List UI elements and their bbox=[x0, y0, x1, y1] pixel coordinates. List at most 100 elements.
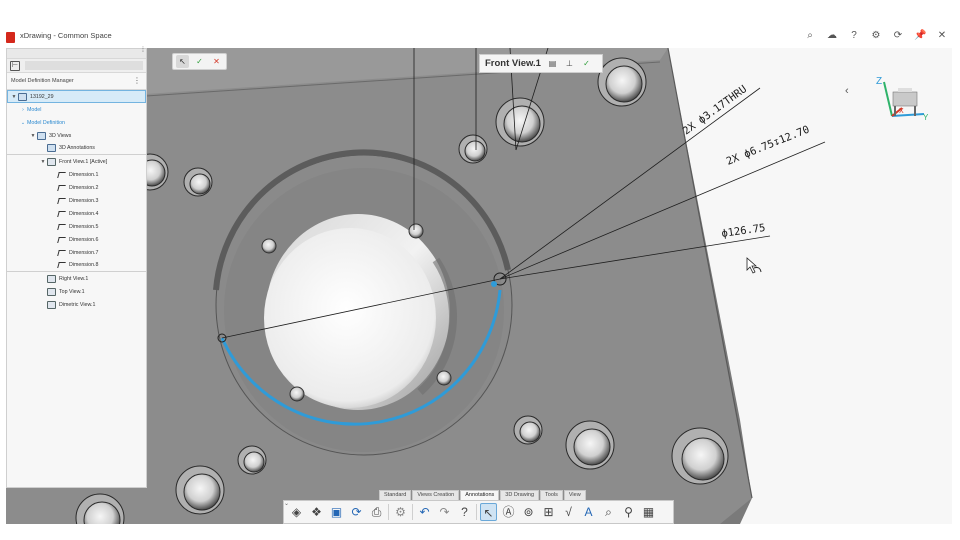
settings-icon[interactable]: ⚙ bbox=[870, 29, 882, 43]
triad-z-label: Z bbox=[876, 76, 882, 87]
view-icon bbox=[47, 274, 56, 283]
refresh-icon[interactable]: ⟳ bbox=[348, 503, 365, 521]
tree-item[interactable]: Right View.1 bbox=[7, 272, 146, 285]
pin-icon[interactable]: 📌 bbox=[914, 29, 926, 43]
roughness-icon[interactable]: √ bbox=[560, 503, 577, 521]
expand-toggle-icon[interactable]: ⌄ bbox=[19, 120, 27, 126]
active-view-bar: Front View.1 ▤ ⊥ ✓ bbox=[479, 54, 603, 73]
expand-toggle-icon[interactable]: ▼ bbox=[39, 159, 47, 165]
toolbar-collapse-icon[interactable]: ⌄ bbox=[284, 500, 289, 507]
command-tab[interactable]: Views Creation bbox=[412, 490, 460, 500]
tree-item[interactable]: ▼ 3D Views bbox=[7, 129, 146, 142]
tree-item-label: Right View.1 bbox=[59, 275, 89, 282]
tree-item-label: 13192_29 bbox=[30, 93, 54, 100]
command-tab[interactable]: View bbox=[563, 490, 586, 500]
tree-item-label: Dimension.1 bbox=[69, 171, 99, 178]
settings-gear-icon[interactable]: ⚙ bbox=[392, 503, 409, 521]
view-properties-icon[interactable]: ▤ bbox=[547, 58, 558, 69]
new-drawing-icon[interactable]: ◈ bbox=[288, 503, 305, 521]
panel-menu-icon[interactable]: ⋮ bbox=[133, 76, 141, 85]
redo-icon[interactable]: ↷ bbox=[436, 503, 453, 521]
tree-item[interactable]: Dimension.4 bbox=[7, 207, 146, 220]
tree-item-label: Front View.1 [Active] bbox=[59, 158, 108, 165]
zoom-icon[interactable]: ⌕ bbox=[600, 503, 617, 521]
open-file-icon[interactable]: ❖ bbox=[308, 503, 325, 521]
help-icon[interactable]: ? bbox=[848, 29, 860, 43]
command-tab[interactable]: Standard bbox=[379, 490, 412, 500]
tree-item[interactable]: Dimension.7 bbox=[7, 246, 146, 259]
measure-icon[interactable]: ⚲ bbox=[620, 503, 637, 521]
view-icon bbox=[47, 157, 56, 166]
undo-icon[interactable]: ↶ bbox=[416, 503, 433, 521]
model-scene[interactable]: 2X ϕ3.17THRU 2X ϕ6.75↧12.70 ϕ126.75 Z Y … bbox=[6, 48, 952, 524]
dimension-icon bbox=[57, 171, 66, 179]
command-tab[interactable]: Annotations bbox=[460, 490, 500, 500]
confirm-icon[interactable]: ✓ bbox=[193, 55, 206, 68]
dimension-icon bbox=[57, 249, 66, 257]
tree-item[interactable]: Dimension.2 bbox=[7, 181, 146, 194]
tree-item[interactable]: Top View.1 bbox=[7, 285, 146, 298]
tree-item[interactable]: Dimension.8 bbox=[7, 259, 146, 272]
expand-toggle-icon[interactable]: › bbox=[19, 107, 27, 113]
view-icon bbox=[47, 144, 56, 152]
panel-tab-bar: ⊢ bbox=[7, 59, 146, 73]
panel-top-strip: ⁞ bbox=[7, 47, 146, 59]
tree-item-label: Dimetric View.1 bbox=[59, 301, 96, 308]
tree-item[interactable]: Dimension.1 bbox=[7, 168, 146, 181]
tree-item-label: Dimension.6 bbox=[69, 236, 99, 243]
tree-item[interactable]: › Model bbox=[7, 103, 146, 116]
close-icon[interactable]: ✕ bbox=[936, 29, 948, 43]
command-toolbar: ◈ ❖ ▣ ⟳ ⎙ ⚙ ↶ ↷ ? ↖ Ⓐ ⊚ ⊞ √ A ⌕ ⚲ ▦ bbox=[283, 500, 674, 524]
select-tool-icon[interactable]: ↖ bbox=[480, 503, 497, 521]
tree-item[interactable]: ⌄ Model Definition bbox=[7, 116, 146, 129]
command-tab[interactable]: Tools bbox=[540, 490, 563, 500]
chevron-left-icon[interactable]: ‹ bbox=[845, 85, 849, 97]
tree-item[interactable]: ▼ 13192_29 bbox=[7, 90, 146, 103]
command-tab[interactable]: 3D Drawing bbox=[500, 490, 540, 500]
cancel-icon[interactable]: ✕ bbox=[210, 55, 223, 68]
tree-item[interactable]: ▼ Front View.1 [Active] bbox=[7, 155, 146, 168]
tree-item[interactable]: Dimension.6 bbox=[7, 233, 146, 246]
expand-toggle-icon[interactable]: ▼ bbox=[29, 133, 37, 139]
print-icon[interactable]: ⎙ bbox=[368, 503, 385, 521]
cloud-icon[interactable]: ☁ bbox=[826, 29, 838, 43]
tree-item[interactable]: Dimension.3 bbox=[7, 194, 146, 207]
table-icon[interactable]: ▦ bbox=[640, 503, 657, 521]
part-icon bbox=[18, 92, 27, 101]
select-mode-icon[interactable]: ↖ bbox=[176, 55, 189, 68]
help-circle-icon[interactable]: ? bbox=[456, 503, 473, 521]
tree-item[interactable]: Dimension.5 bbox=[7, 220, 146, 233]
view-icon bbox=[47, 287, 56, 296]
toolbar-separator bbox=[388, 504, 389, 520]
app-logo-icon bbox=[6, 32, 15, 43]
3d-viewport[interactable]: 2X ϕ3.17THRU 2X ϕ6.75↧12.70 ϕ126.75 Z Y … bbox=[6, 48, 952, 524]
tree-item-label: Top View.1 bbox=[59, 288, 85, 295]
view-accept-icon[interactable]: ✓ bbox=[581, 58, 592, 69]
panel-header: Model Definition Manager ⋮ bbox=[7, 73, 146, 90]
view-anchor-icon[interactable]: ⊥ bbox=[564, 58, 575, 69]
datum-feature-icon[interactable]: ⊚ bbox=[520, 503, 537, 521]
app-title: xDrawing - Common Space bbox=[20, 31, 112, 40]
font-style-icon[interactable]: A bbox=[580, 503, 597, 521]
tree-item[interactable]: Dimetric View.1 bbox=[7, 298, 146, 311]
expand-toggle-icon[interactable]: ▼ bbox=[10, 94, 18, 100]
tolerance-frame-icon[interactable]: ⊞ bbox=[540, 503, 557, 521]
toolbar-separator bbox=[412, 504, 413, 520]
sync-icon[interactable]: ⟳ bbox=[892, 29, 904, 43]
dimension-icon bbox=[57, 210, 66, 218]
tree-item-label: Dimension.8 bbox=[69, 262, 99, 268]
command-tabs: Standard Views Creation Annotations 3D Draw… bbox=[379, 490, 587, 500]
tree-item-label: Dimension.2 bbox=[69, 184, 99, 191]
text-annotation-icon[interactable]: Ⓐ bbox=[500, 503, 517, 521]
panel-drag-handle-icon[interactable]: ⁞ bbox=[142, 47, 144, 54]
view-icon bbox=[47, 300, 56, 309]
tree-item[interactable]: 3D Annotations bbox=[7, 142, 146, 155]
tree-item-label: Dimension.3 bbox=[69, 197, 99, 204]
save-icon[interactable]: ▣ bbox=[328, 503, 345, 521]
tree-item-label: Dimension.4 bbox=[69, 210, 99, 217]
view-icon bbox=[37, 131, 46, 140]
tree-tab-icon[interactable]: ⊢ bbox=[10, 61, 20, 71]
model-definition-panel: ⁞ ⊢ Model Definition Manager ⋮ ▼ 13192_29… bbox=[6, 47, 147, 488]
search-icon[interactable]: ⌕ bbox=[804, 29, 816, 43]
toolbar-separator bbox=[476, 504, 477, 520]
